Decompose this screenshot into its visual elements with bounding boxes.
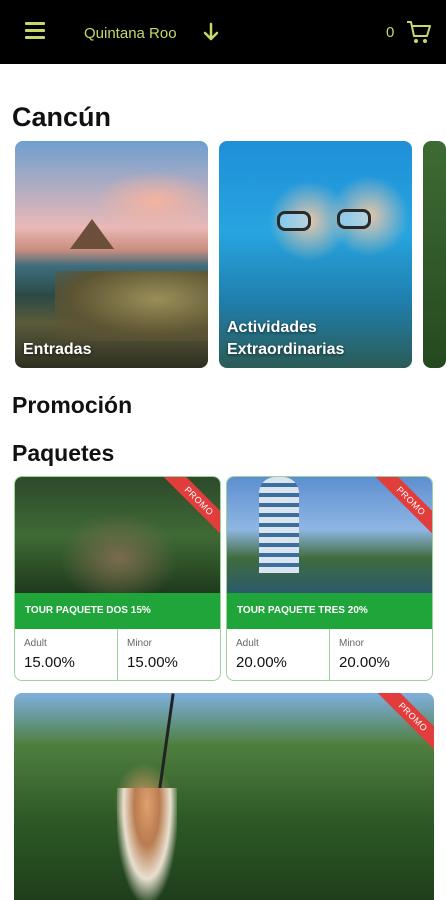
- diving-mask-image: [277, 211, 311, 231]
- package-name: TOUR PAQUETE TRES 20%: [227, 593, 432, 629]
- minor-label: Minor: [127, 638, 153, 649]
- category-label: Actividades Extraordinarias: [227, 319, 345, 358]
- menu-icon[interactable]: [25, 22, 47, 42]
- adult-price: Adult 20.00%: [227, 629, 330, 680]
- city-title: Cancún: [12, 102, 112, 132]
- cart-icon[interactable]: [405, 18, 433, 46]
- category-card-partial[interactable]: [423, 141, 446, 368]
- package-card[interactable]: PROMO TOUR PAQUETE TRES 20% Adult 20.00%…: [226, 476, 433, 681]
- promotion-title: Promoción: [12, 392, 133, 418]
- arrow-down-icon[interactable]: [200, 20, 222, 44]
- package-name: TOUR PAQUETE DOS 15%: [15, 593, 220, 629]
- category-card-entradas[interactable]: Entradas: [15, 141, 208, 368]
- packages-title: Paquetes: [12, 440, 115, 466]
- category-label: Entradas: [23, 341, 92, 358]
- minor-value: 15.00%: [127, 654, 178, 671]
- landscape-image: [70, 219, 114, 249]
- minor-label: Minor: [339, 638, 365, 649]
- top-app-bar: Quintana Roo 0: [0, 0, 446, 64]
- adult-value: 20.00%: [236, 654, 287, 671]
- cart-count: 0: [386, 24, 395, 41]
- adult-value: 15.00%: [24, 654, 75, 671]
- minor-value: 20.00%: [339, 654, 390, 671]
- adult-label: Adult: [24, 638, 47, 649]
- promo-badge: PROMO: [375, 693, 434, 755]
- package-card-large[interactable]: PROMO: [14, 693, 434, 900]
- zipline-person-image: [117, 788, 177, 900]
- adult-label: Adult: [236, 638, 259, 649]
- adult-price: Adult 15.00%: [15, 629, 118, 680]
- minor-price: Minor 15.00%: [118, 629, 220, 680]
- minor-price: Minor 20.00%: [330, 629, 432, 680]
- category-card-actividades[interactable]: Actividades Extraordinarias: [219, 141, 412, 368]
- package-card[interactable]: PROMO TOUR PAQUETE DOS 15% Adult 15.00% …: [14, 476, 221, 681]
- location-selector-label[interactable]: Quintana Roo: [84, 25, 177, 42]
